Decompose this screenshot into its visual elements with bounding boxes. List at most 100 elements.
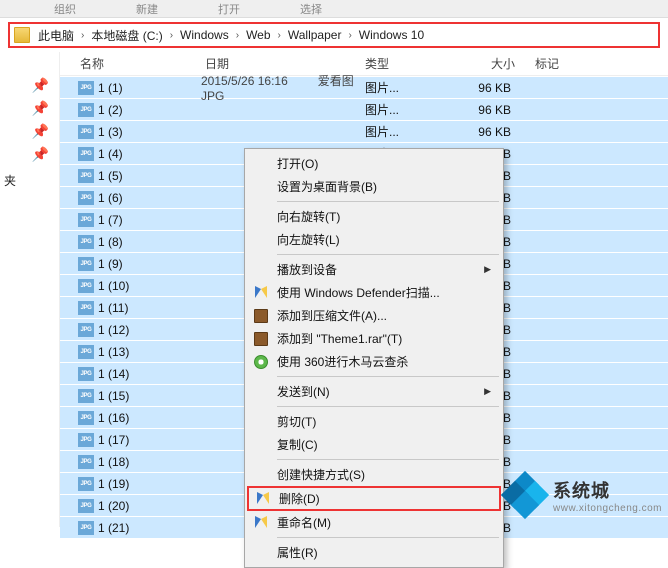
context-menu: 打开(O) 设置为桌面背景(B) 向右旋转(T) 向左旋转(L) 播放到设备 使… — [244, 148, 504, 568]
rar-icon — [253, 308, 269, 324]
file-name: 1 (9) — [98, 257, 201, 271]
menu-defender-scan[interactable]: 使用 Windows Defender扫描... — [247, 281, 501, 304]
file-size: 96 KB — [441, 81, 531, 95]
jpg-file-icon — [78, 301, 94, 315]
ribbon-item[interactable]: 组织 — [54, 1, 76, 17]
file-name: 1 (20) — [98, 499, 201, 513]
menu-add-to-theme-rar[interactable]: 添加到 "Theme1.rar"(T) — [247, 327, 501, 350]
pin-icon: 📌 — [0, 97, 59, 120]
ribbon-toolbar: 组织 新建 打开 选择 — [0, 0, 668, 18]
file-type: 图片... — [361, 123, 441, 140]
shield-icon — [253, 285, 269, 301]
file-name: 1 (17) — [98, 433, 201, 447]
menu-create-shortcut[interactable]: 创建快捷方式(S) — [247, 463, 501, 486]
jpg-file-icon — [78, 257, 94, 271]
breadcrumb-item[interactable]: Windows 10 — [359, 28, 424, 42]
address-bar-row: 此电脑› 本地磁盘 (C:)› Windows› Web› Wallpaper›… — [0, 18, 668, 52]
file-name: 1 (7) — [98, 213, 201, 227]
ribbon-item[interactable]: 选择 — [300, 1, 322, 17]
menu-cut[interactable]: 剪切(T) — [247, 410, 501, 433]
column-headers: 名称 日期 类型 大小 标记 — [60, 52, 668, 76]
jpg-file-icon — [78, 367, 94, 381]
chevron-right-icon[interactable]: › — [343, 30, 356, 41]
header-date[interactable]: 日期 — [205, 55, 365, 72]
separator — [277, 376, 499, 377]
file-name: 1 (4) — [98, 147, 201, 161]
jpg-file-icon — [78, 213, 94, 227]
nav-folder-label[interactable]: 夹 — [0, 166, 59, 195]
separator — [277, 459, 499, 460]
breadcrumb-item[interactable]: Windows — [180, 28, 229, 42]
navigation-pane: 📌 📌 📌 📌 夹 — [0, 52, 60, 527]
folder-icon — [14, 27, 30, 43]
file-name: 1 (16) — [98, 411, 201, 425]
file-date: 2015/5/26 16:16爱看图 JPG — [201, 72, 361, 103]
file-name: 1 (3) — [98, 125, 201, 139]
jpg-file-icon — [78, 147, 94, 161]
file-name: 1 (19) — [98, 477, 201, 491]
chevron-right-icon[interactable]: › — [273, 30, 286, 41]
breadcrumb-item[interactable]: Web — [246, 28, 270, 42]
jpg-file-icon — [78, 191, 94, 205]
jpg-file-icon — [78, 477, 94, 491]
menu-rotate-right[interactable]: 向右旋转(T) — [247, 205, 501, 228]
breadcrumb-item[interactable]: Wallpaper — [288, 28, 342, 42]
jpg-file-icon — [78, 433, 94, 447]
jpg-file-icon — [78, 81, 94, 95]
chevron-right-icon[interactable]: › — [76, 30, 89, 41]
menu-360-scan[interactable]: 使用 360进行木马云查杀 — [247, 350, 501, 373]
file-name: 1 (5) — [98, 169, 201, 183]
pin-icon: 📌 — [0, 143, 59, 166]
jpg-file-icon — [78, 389, 94, 403]
file-size: 96 KB — [441, 125, 531, 139]
file-name: 1 (2) — [98, 103, 201, 117]
menu-rotate-left[interactable]: 向左旋转(L) — [247, 228, 501, 251]
jpg-file-icon — [78, 455, 94, 469]
file-name: 1 (13) — [98, 345, 201, 359]
chevron-right-icon[interactable]: › — [231, 30, 244, 41]
file-name: 1 (8) — [98, 235, 201, 249]
360-icon — [253, 354, 269, 370]
table-row[interactable]: 1 (1) 2015/5/26 16:16爱看图 JPG 图片... 96 KB — [60, 76, 668, 98]
menu-copy[interactable]: 复制(C) — [247, 433, 501, 456]
menu-delete[interactable]: 删除(D) — [247, 486, 501, 511]
file-name: 1 (11) — [98, 301, 201, 315]
jpg-file-icon — [78, 279, 94, 293]
menu-add-to-archive[interactable]: 添加到压缩文件(A)... — [247, 304, 501, 327]
menu-properties[interactable]: 属性(R) — [247, 541, 501, 564]
file-type: 图片... — [361, 79, 441, 96]
header-type[interactable]: 类型 — [365, 55, 445, 72]
table-row[interactable]: 1 (2) 图片... 96 KB — [60, 98, 668, 120]
file-name: 1 (1) — [98, 81, 201, 95]
chevron-right-icon[interactable]: › — [165, 30, 178, 41]
rar-icon — [253, 331, 269, 347]
jpg-file-icon — [78, 125, 94, 139]
table-row[interactable]: 1 (3) 图片... 96 KB — [60, 120, 668, 142]
file-list: 名称 日期 类型 大小 标记 1 (1) 2015/5/26 16:16爱看图 … — [60, 52, 668, 527]
jpg-file-icon — [78, 235, 94, 249]
menu-open[interactable]: 打开(O) — [247, 152, 501, 175]
jpg-file-icon — [78, 169, 94, 183]
header-name[interactable]: 名称 — [60, 55, 205, 72]
shield-icon — [255, 491, 271, 507]
ribbon-item[interactable]: 打开 — [218, 1, 240, 17]
pin-icon: 📌 — [0, 120, 59, 143]
breadcrumb: 此电脑› 本地磁盘 (C:)› Windows› Web› Wallpaper›… — [38, 27, 424, 44]
file-name: 1 (12) — [98, 323, 201, 337]
breadcrumb-item[interactable]: 本地磁盘 (C:) — [91, 27, 162, 44]
file-size: 96 KB — [441, 103, 531, 117]
file-name: 1 (10) — [98, 279, 201, 293]
ribbon-item[interactable]: 新建 — [136, 1, 158, 17]
breadcrumb-item[interactable]: 此电脑 — [38, 27, 74, 44]
jpg-file-icon — [78, 411, 94, 425]
file-name: 1 (18) — [98, 455, 201, 469]
menu-play-to-device[interactable]: 播放到设备 — [247, 258, 501, 281]
address-bar[interactable]: 此电脑› 本地磁盘 (C:)› Windows› Web› Wallpaper›… — [8, 22, 660, 48]
file-name: 1 (15) — [98, 389, 201, 403]
menu-set-wallpaper[interactable]: 设置为桌面背景(B) — [247, 175, 501, 198]
separator — [277, 537, 499, 538]
menu-send-to[interactable]: 发送到(N) — [247, 380, 501, 403]
header-size[interactable]: 大小 — [445, 55, 535, 72]
header-tag[interactable]: 标记 — [535, 55, 575, 72]
file-name: 1 (6) — [98, 191, 201, 205]
